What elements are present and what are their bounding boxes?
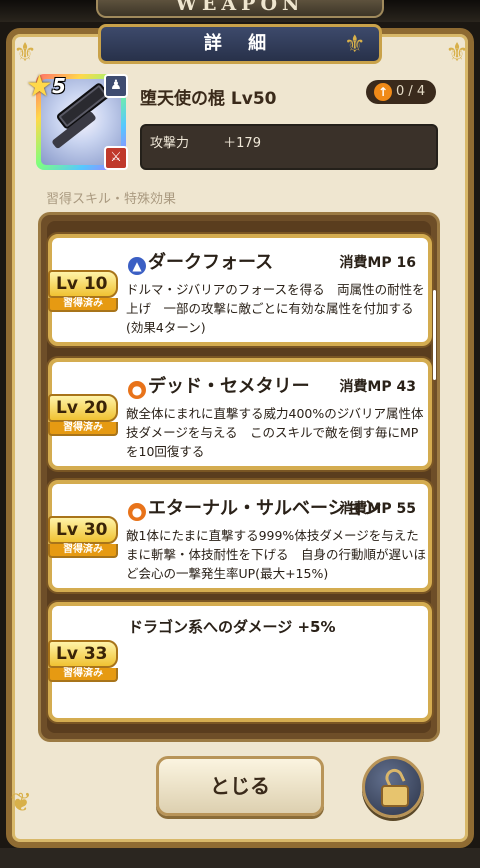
skill-mp-cost: 消費MP 16 xyxy=(339,255,416,271)
section-label: 習得スキル・特殊効果 xyxy=(46,192,177,207)
learned-status: 習得済み xyxy=(48,422,118,436)
level-badge: Lv 33 習得済み xyxy=(48,640,118,682)
weapon-name: 堕天使の棍 Lv50 xyxy=(140,89,277,109)
rarity-number: 5 xyxy=(52,74,66,98)
level-label: Lv 33 xyxy=(48,640,118,668)
upgrade-count-badge: ↑ 0 / 4 xyxy=(366,80,436,104)
top-banner: WEAPON xyxy=(0,0,480,22)
skill-element-icon: ● xyxy=(128,381,146,399)
close-button[interactable]: とじる xyxy=(156,756,324,816)
scrollbar[interactable] xyxy=(433,290,436,380)
stat-value: ＋179 xyxy=(223,136,261,151)
skill-mp-cost: 消費MP 43 xyxy=(339,379,416,395)
arrow-up-icon: ↑ xyxy=(374,83,392,101)
skill-mp-cost: 消費MP 55 xyxy=(339,501,416,517)
fleur-right-icon: ⚜ xyxy=(344,30,366,58)
upgrade-count: 0 / 4 xyxy=(396,84,426,99)
corner-ornament-icon: ⚜ xyxy=(13,38,37,68)
skill-element-icon: ● xyxy=(128,503,146,521)
learned-status: 習得済み xyxy=(48,298,118,312)
star-icon: ★ xyxy=(26,69,53,104)
level-badge: Lv 20 習得済み xyxy=(48,394,118,436)
corner-ornament-icon: ❦ xyxy=(10,788,32,818)
level-label: Lv 20 xyxy=(48,394,118,422)
stat-label: 攻撃力 xyxy=(150,136,190,151)
level-label: Lv 30 xyxy=(48,516,118,544)
level-label: Lv 10 xyxy=(48,270,118,298)
skill-description: ドルマ・ジバリアのフォースを得る 両属性の耐性を上げ 一部の攻撃に敵ごとに有効な… xyxy=(126,282,425,335)
skill-description: 敵全体にまれに直撃する威力400%のジバリア属性体技ダメージを与える このスキル… xyxy=(126,406,424,459)
unlock-icon[interactable] xyxy=(362,756,424,818)
skill-element-icon: ▲ xyxy=(128,257,146,275)
skill-name: ▲ ダークフォース xyxy=(128,248,273,275)
bottom-strip xyxy=(0,848,480,868)
weapon-banner: WEAPON xyxy=(96,0,384,18)
weapon-type-icon: ⚔ xyxy=(104,146,128,170)
level-badge: Lv 30 習得済み xyxy=(48,516,118,558)
dialog-title: 詳 細 xyxy=(98,24,382,64)
learned-status: 習得済み xyxy=(48,668,118,682)
level-badge: Lv 10 習得済み xyxy=(48,270,118,312)
skill-name: ● デッド・セメタリー xyxy=(128,372,310,399)
skill-name: ドラゴン系へのダメージ +5% xyxy=(128,618,336,636)
corner-ornament-icon: ⚜ xyxy=(445,38,469,68)
stat-box: 攻撃力 ＋179 xyxy=(140,124,438,170)
rarity-badge: ★ 5 xyxy=(26,72,76,102)
learned-status: 習得済み xyxy=(48,544,118,558)
skill-description: 敵1体にたまに直撃する999%体技ダメージを与えたまに斬撃・体技耐性を下げる 自… xyxy=(126,528,427,581)
character-type-icon: ♟ xyxy=(104,74,128,98)
